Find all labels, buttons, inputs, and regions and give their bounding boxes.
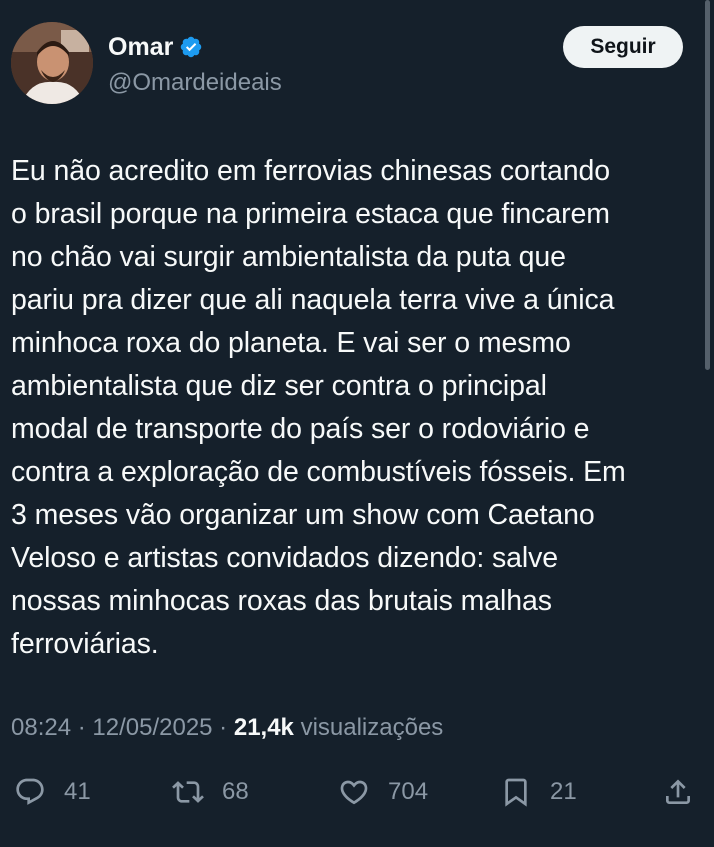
avatar-photo xyxy=(11,22,93,104)
tweet-line: Eu não acredito em ferrovias chinesas co… xyxy=(11,155,610,187)
tweet-time[interactable]: 08:24 xyxy=(11,714,71,741)
author-handle[interactable]: @Omardeideais xyxy=(108,68,282,98)
reply-button[interactable]: 41 xyxy=(14,768,91,816)
meta-separator: · xyxy=(212,714,234,741)
avatar[interactable] xyxy=(11,22,93,104)
like-count: 704 xyxy=(388,778,429,805)
tweet-line: minhoca roxa do planeta. E vai ser o mes… xyxy=(11,327,571,359)
action-bar: 41 68 704 21 xyxy=(0,768,714,816)
scrollbar[interactable] xyxy=(705,0,710,370)
tweet-line: nossas minhocas roxas das brutais malhas xyxy=(11,585,552,617)
repost-count: 68 xyxy=(222,778,249,805)
tweet-line: modal de transporte do país ser o rodovi… xyxy=(11,413,590,445)
reply-count: 41 xyxy=(64,778,91,805)
tweet-line: contra a exploração de combustíveis fóss… xyxy=(11,456,626,488)
views-label: visualizações xyxy=(293,714,444,741)
repost-icon xyxy=(172,781,204,803)
like-button[interactable]: 704 xyxy=(338,768,428,816)
share-button[interactable] xyxy=(662,768,694,816)
tweet-line: pariu pra dizer que ali naquela terra vi… xyxy=(11,284,615,316)
tweet-line: Veloso e artistas convidados dizendo: sa… xyxy=(11,542,559,574)
tweet-text: Eu não acredito em ferrovias chinesas co… xyxy=(11,150,701,666)
meta-separator: · xyxy=(71,714,93,741)
author-name[interactable]: Omar xyxy=(108,32,173,62)
bookmark-button[interactable]: 21 xyxy=(500,768,577,816)
tweet-line: ambientalista que diz ser contra o princ… xyxy=(11,370,547,402)
follow-button[interactable]: Seguir xyxy=(563,26,683,68)
tweet-line: ferroviárias. xyxy=(11,628,159,660)
bookmark-icon xyxy=(505,778,527,807)
bookmark-count: 21 xyxy=(550,778,577,805)
reply-icon xyxy=(16,778,44,805)
views-count: 21,4k xyxy=(233,714,294,741)
heart-icon xyxy=(340,780,368,805)
repost-button[interactable]: 68 xyxy=(172,768,249,816)
tweet-line: 3 meses vão organizar um show com Caetan… xyxy=(11,499,595,531)
tweet-line: o brasil porque na primeira estaca que f… xyxy=(11,198,610,230)
tweet-line: no chão vai surgir ambientalista da puta… xyxy=(11,241,566,273)
verified-badge-icon xyxy=(181,36,202,58)
tweet-date[interactable]: 12/05/2025 xyxy=(92,714,212,741)
tweet-meta: 08:24 · 12/05/2025 · 21,4k visualizações xyxy=(11,712,443,744)
share-icon xyxy=(666,779,690,804)
tweet-header: Omar @Omardeideais Seguir xyxy=(11,22,701,106)
